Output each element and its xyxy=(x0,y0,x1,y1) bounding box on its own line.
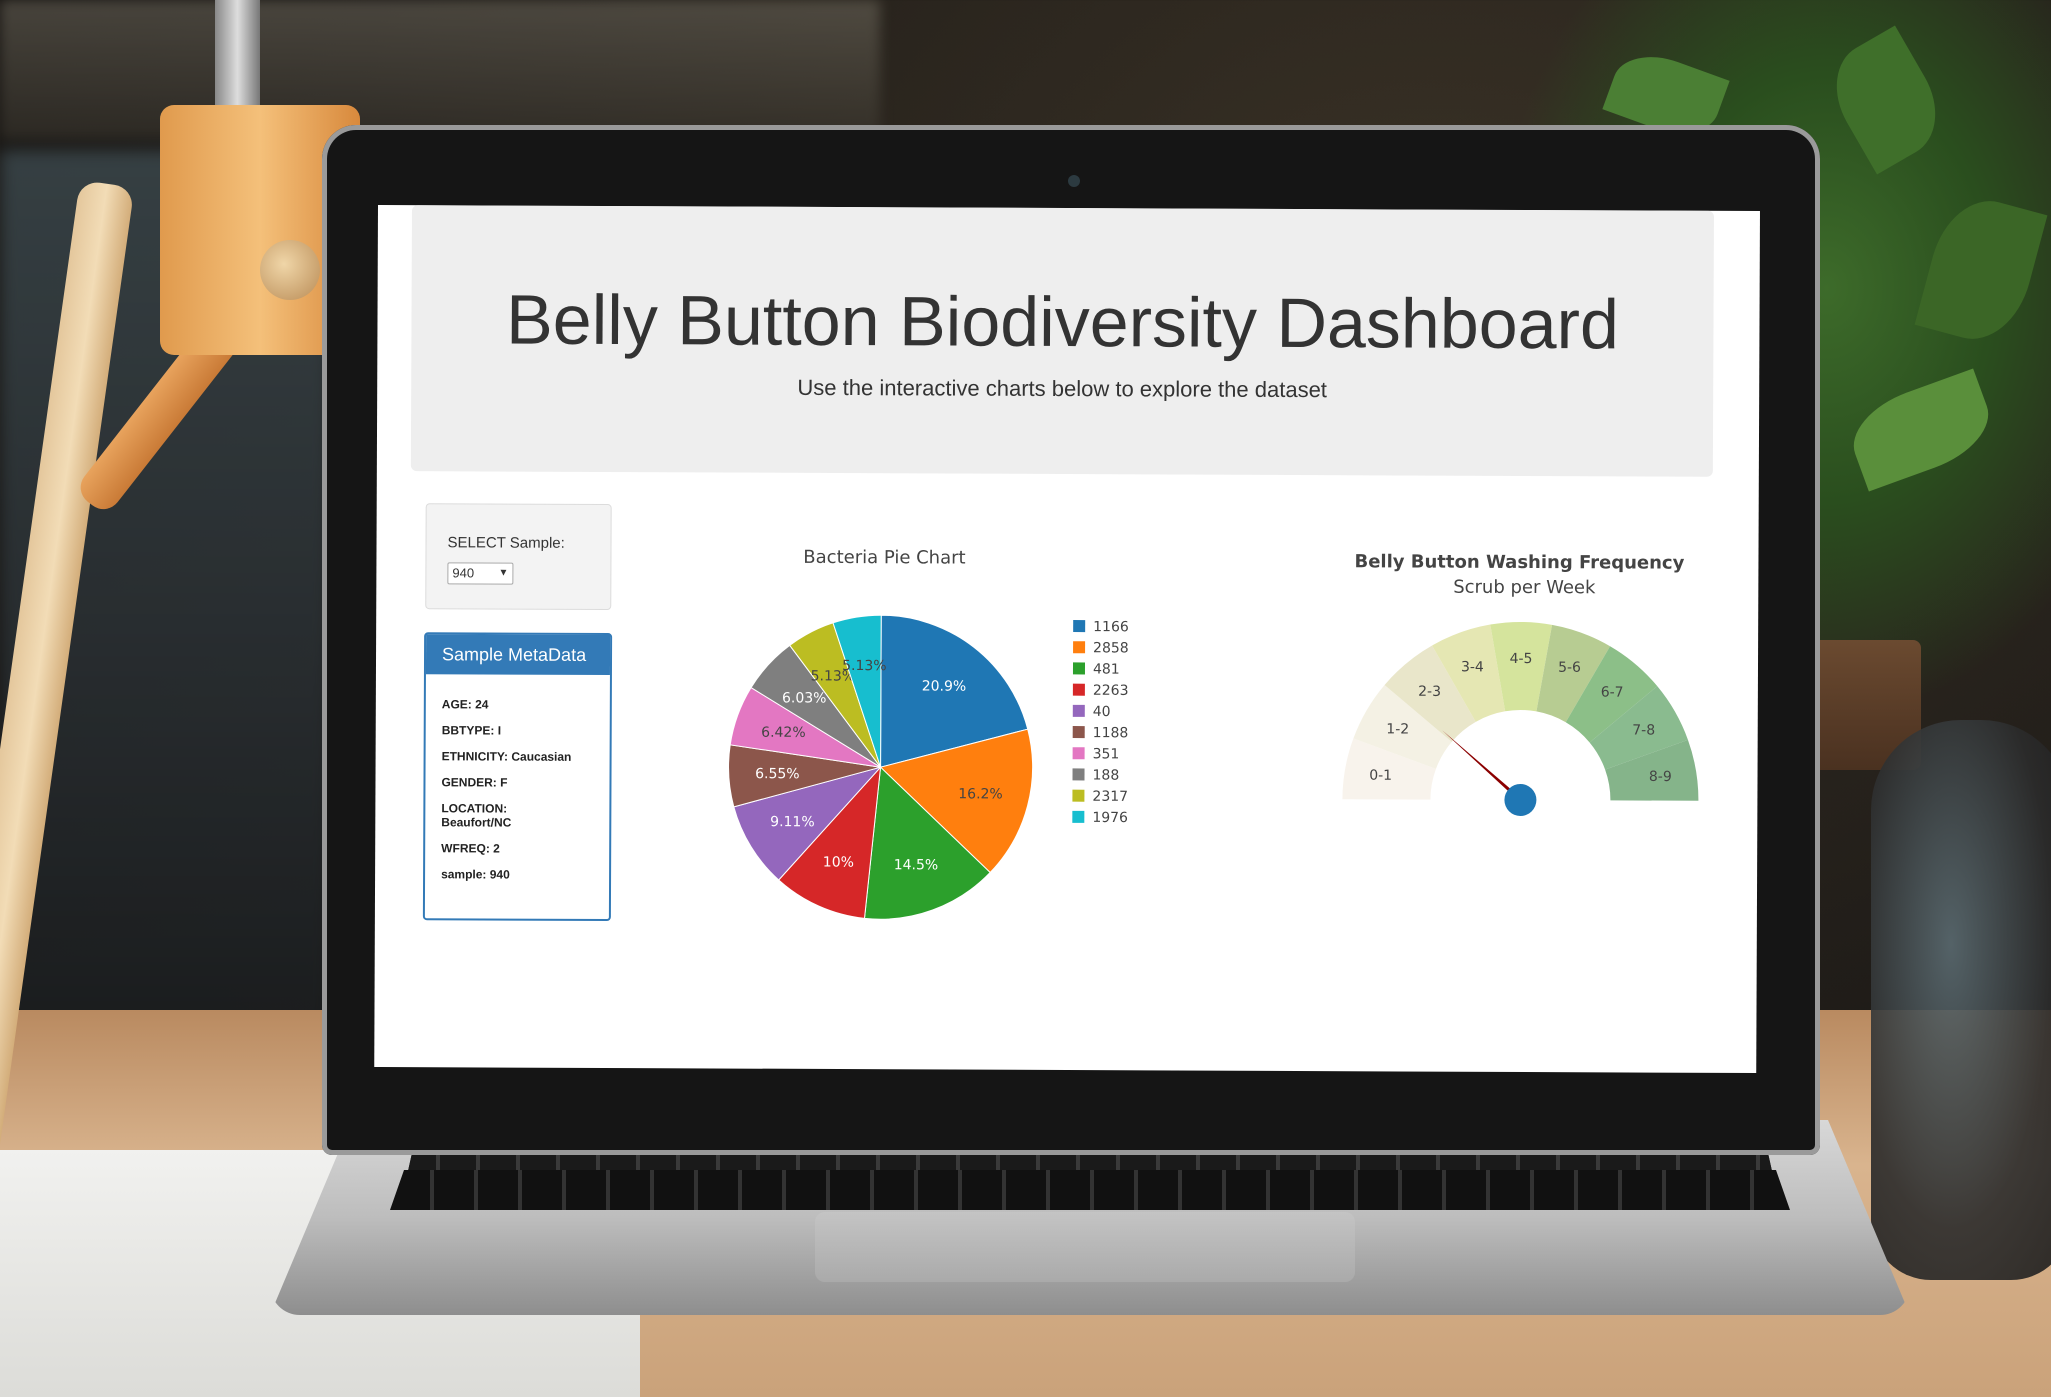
gauge-segment-label: 2-3 xyxy=(1418,684,1441,700)
background-window xyxy=(0,0,880,140)
pie-slice-label: 6.55% xyxy=(755,766,800,782)
legend-swatch xyxy=(1073,641,1086,654)
laptop-keyboard-row xyxy=(390,1170,1790,1210)
pie-slice-label: 20.9% xyxy=(922,679,967,695)
legend-swatch xyxy=(1072,768,1085,781)
pie-slice-label: 9.11% xyxy=(770,814,815,830)
legend-label: 2317 xyxy=(1092,789,1128,805)
glass-jar xyxy=(1871,720,2051,1280)
gauge-segment-label: 0-1 xyxy=(1369,768,1392,784)
legend-label: 1188 xyxy=(1093,725,1129,741)
legend-swatch xyxy=(1072,726,1085,739)
laptop-trackpad xyxy=(815,1212,1355,1282)
legend-swatch xyxy=(1072,747,1085,760)
legend-swatch xyxy=(1072,704,1085,717)
pie-chart-title: Bacteria Pie Chart xyxy=(803,547,965,569)
legend-label: 351 xyxy=(1093,746,1120,762)
gauge-segment-label: 6-7 xyxy=(1601,685,1624,701)
gauge-segment-label: 8-9 xyxy=(1649,769,1672,785)
legend-swatch xyxy=(1073,620,1086,633)
lamp-knob xyxy=(260,240,320,300)
legend-label: 1976 xyxy=(1092,810,1128,826)
gauge-segment-label: 5-6 xyxy=(1558,660,1581,676)
lamp-screw xyxy=(215,0,260,110)
legend-swatch xyxy=(1072,789,1085,802)
legend-label: 188 xyxy=(1092,768,1119,784)
legend-label: 40 xyxy=(1093,704,1111,720)
pie-slice-label: 6.03% xyxy=(782,690,827,706)
legend-swatch xyxy=(1072,662,1086,675)
legend-label: 481 xyxy=(1093,662,1120,678)
legend-swatch xyxy=(1072,810,1085,823)
laptop-screen: Belly Button Biodiversity Dashboard Use … xyxy=(374,205,1760,1074)
pie-slice-label: 5.13% xyxy=(842,658,887,674)
gauge-segment-label: 7-8 xyxy=(1632,722,1655,738)
gauge-needle-hub xyxy=(1504,783,1537,816)
gauge-segment-label: 1-2 xyxy=(1386,721,1409,737)
pie-slice-label: 6.42% xyxy=(761,725,806,741)
gauge-subtitle: Scrub per Week xyxy=(1453,577,1596,599)
charts-svg: Bacteria Pie Chart 20.9% 16.2% 14.5% 10% 9.11… xyxy=(728,547,1699,920)
pie-slice-label: 10% xyxy=(823,855,854,871)
webcam xyxy=(1068,175,1080,187)
pie-slice-label: 16.2% xyxy=(958,786,1003,802)
legend-label: 2263 xyxy=(1093,683,1129,699)
legend-label: 1166 xyxy=(1093,619,1129,635)
gauge-segment-label: 4-5 xyxy=(1510,651,1533,667)
gauge-segment-label: 3-4 xyxy=(1461,659,1484,675)
legend-swatch xyxy=(1072,683,1085,696)
legend-label: 2858 xyxy=(1093,640,1129,656)
gauge-title: Belly Button Washing Frequency xyxy=(1354,551,1684,573)
pie-slice-label: 14.5% xyxy=(894,857,939,873)
